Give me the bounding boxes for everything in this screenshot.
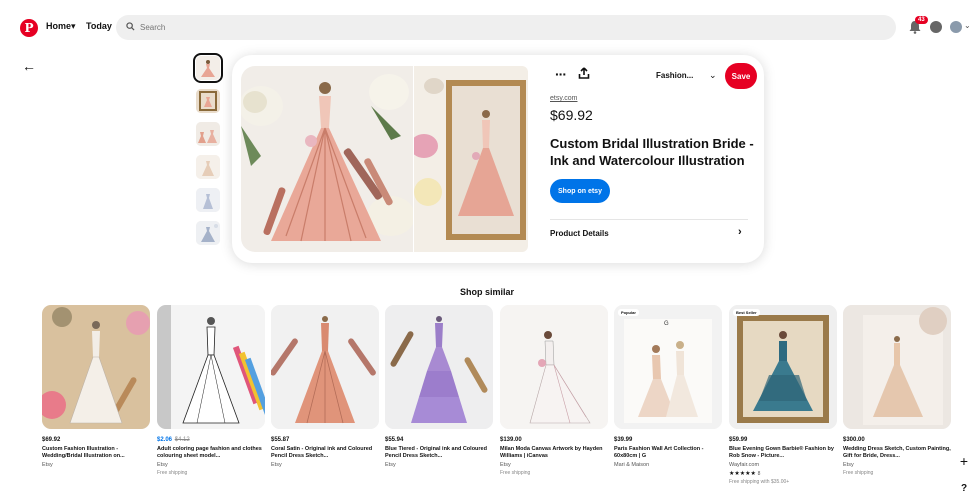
help-icon[interactable]: ? [955, 480, 973, 498]
thumbnail-2[interactable] [196, 89, 220, 113]
pin-title: Custom Bridal Illustration Bride - Ink a… [550, 136, 754, 168]
thumbnail-6[interactable] [196, 221, 220, 245]
thumbnail-4[interactable] [196, 155, 220, 179]
product-original-price: $4.12 [174, 437, 190, 443]
product-card[interactable]: $139.00 Milan Moda Canvas Artwork by Hay… [500, 305, 608, 476]
image-letter-label: G [664, 321, 669, 327]
product-seller: Mari & Maison [614, 462, 650, 468]
product-image[interactable]: Best Seller [729, 305, 837, 429]
chevron-right-icon[interactable]: › [738, 226, 742, 238]
product-seller: Etsy [500, 462, 511, 468]
product-card[interactable]: Best Seller $59.99 Blue Evening Gown Bar… [729, 305, 837, 485]
product-card[interactable]: $55.94 Blue Tiered - Original ink and Co… [385, 305, 493, 468]
divider [550, 219, 748, 220]
product-tag: Best Seller [733, 309, 760, 316]
nav-home-label: Home [46, 21, 72, 31]
product-card[interactable]: $69.92 Custom Fashion Illustration - Wed… [42, 305, 150, 468]
thumbnail-5[interactable] [196, 188, 220, 212]
product-shipping: Free shipping [157, 470, 188, 476]
product-title: Adult coloring page fashion and clothes … [157, 446, 262, 459]
pin-price: $69.92 [550, 107, 593, 123]
product-tag: Popular [618, 309, 639, 316]
product-title: Wedding Dress Sketch, Custom Painting, G… [843, 446, 951, 459]
image-thumbnail-strip [193, 53, 223, 254]
product-seller: Wayfair.com [729, 462, 760, 468]
product-sale-price: $2.06 [157, 437, 173, 443]
product-image[interactable] [385, 305, 493, 429]
plus-icon[interactable]: + [955, 452, 973, 470]
product-seller: Etsy [271, 462, 282, 468]
thumbnail-1[interactable] [193, 53, 223, 83]
back-arrow-icon[interactable]: ← [22, 58, 36, 74]
product-title: Blue Evening Gown Barbie® Fashion by Rob… [729, 446, 834, 459]
product-title: Custom Fashion Illustration - Wedding/Br… [42, 446, 125, 459]
avatar[interactable] [950, 21, 962, 33]
rating-count: 8 [757, 471, 761, 477]
product-card[interactable]: $55.87 Coral Satin - Original ink and Co… [271, 305, 379, 468]
product-title: Paris Fashion Wall Art Collection - 60x8… [614, 446, 704, 459]
pinterest-logo-icon[interactable]: P [20, 19, 38, 37]
product-image[interactable] [271, 305, 379, 429]
product-image[interactable]: G Popular [614, 305, 722, 429]
chevron-down-icon[interactable]: ⌄ [709, 70, 717, 81]
product-title: Milan Moda Canvas Artwork by Hayden Will… [500, 446, 603, 459]
shop-on-etsy-button[interactable]: Shop on etsy [550, 179, 610, 203]
nav-today-button[interactable]: Today [86, 21, 112, 31]
product-shipping: Free shipping [500, 470, 531, 476]
pin-second-image[interactable] [414, 66, 528, 252]
similar-products-row: $69.92 Custom Fashion Illustration - Wed… [42, 305, 952, 500]
product-image[interactable] [500, 305, 608, 429]
chevron-down-icon: ▾ [71, 21, 76, 31]
pin-main-image[interactable] [241, 66, 413, 252]
product-price: $300.00 [843, 437, 865, 443]
product-seller: Etsy [157, 462, 168, 468]
product-card[interactable]: $300.00 Wedding Dress Sketch, Custom Pai… [843, 305, 951, 476]
product-price: $69.92 [42, 437, 61, 443]
product-image[interactable] [157, 305, 265, 429]
product-price: $55.94 [385, 437, 404, 443]
top-nav-bar: P Home▾ Today 43 ⌄ [0, 0, 974, 58]
save-button[interactable]: Save [725, 63, 757, 89]
product-details-toggle[interactable]: Product Details [550, 229, 609, 238]
thumbnail-3[interactable] [196, 122, 220, 146]
product-image[interactable] [843, 305, 951, 429]
search-bar[interactable] [116, 15, 896, 40]
product-image[interactable] [42, 305, 150, 429]
product-shipping: Free shipping [843, 470, 874, 476]
notification-badge: 43 [915, 16, 928, 24]
account-chevron-icon[interactable]: ⌄ [964, 21, 971, 30]
product-price: $2.06 $4.12 [157, 437, 265, 443]
product-seller: Etsy [843, 462, 854, 468]
product-price: $55.87 [271, 437, 290, 443]
product-price: $59.99 [729, 437, 748, 443]
product-price: $39.99 [614, 437, 633, 443]
search-input[interactable] [140, 23, 840, 32]
share-icon[interactable] [578, 67, 590, 79]
product-card[interactable]: G Popular $39.99 Paris Fashion Wall Art … [614, 305, 722, 468]
board-select-dropdown[interactable]: Fashion... [656, 71, 693, 80]
nav-home-button[interactable]: Home▾ [46, 21, 76, 32]
star-rating-icon: ★★★★★ [729, 471, 756, 477]
product-title: Coral Satin - Original ink and Coloured … [271, 446, 373, 459]
product-title: Blue Tiered - Original ink and Coloured … [385, 446, 487, 459]
product-rating: ★★★★★ 8 [729, 470, 837, 477]
product-price: $139.00 [500, 437, 522, 443]
messages-icon[interactable] [930, 21, 942, 33]
product-seller: Etsy [385, 462, 396, 468]
more-options-icon[interactable]: ··· [555, 66, 567, 82]
product-card[interactable]: $2.06 $4.12 Adult coloring page fashion … [157, 305, 265, 476]
product-shipping: Free shipping with $35.00+ [729, 479, 790, 485]
section-title: Shop similar [459, 287, 514, 297]
product-seller: Etsy [42, 462, 53, 468]
search-icon [126, 22, 135, 33]
source-link[interactable]: etsy.com [550, 95, 578, 102]
